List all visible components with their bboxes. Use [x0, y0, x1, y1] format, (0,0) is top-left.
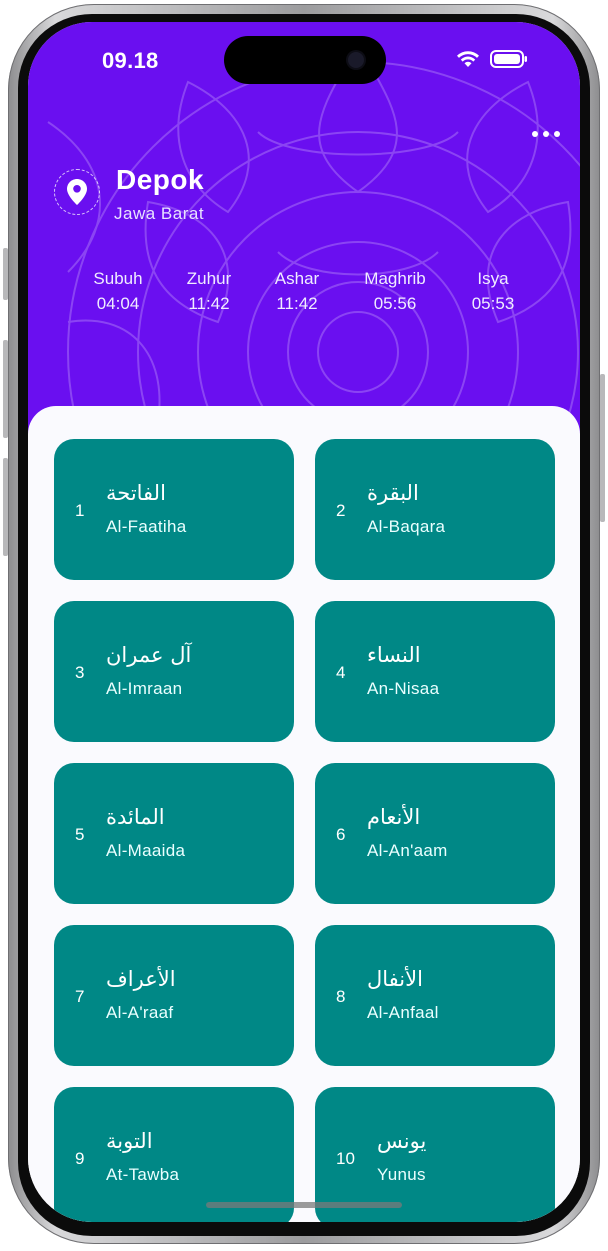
- status-icons: [456, 50, 528, 68]
- surah-number: 7: [75, 987, 85, 1006]
- surah-number: 1: [75, 501, 85, 520]
- surah-card[interactable]: 2 البقرة Al-Baqara: [315, 439, 555, 580]
- surah-number: 8: [336, 987, 346, 1006]
- surah-list: 1 الفاتحة Al-Faatiha 2 البقرة Al-Baqara …: [28, 406, 580, 1222]
- surah-latin-name: Al-An'aam: [367, 841, 448, 860]
- volume-down-button: [3, 458, 8, 556]
- surah-arabic-name: يونس: [377, 1129, 427, 1153]
- home-indicator[interactable]: [206, 1202, 402, 1208]
- surah-number: 2: [336, 501, 346, 520]
- surah-arabic-name: الأعراف: [106, 967, 176, 991]
- surah-arabic-name: الفاتحة: [106, 481, 166, 505]
- battery-icon: [490, 50, 527, 68]
- surah-latin-name: Al-Maaida: [106, 841, 186, 860]
- prayer-zuhur: Zuhur 11:42: [186, 269, 232, 313]
- more-options-button[interactable]: [532, 126, 560, 142]
- surah-arabic-name: الأنعام: [367, 805, 421, 829]
- surah-card[interactable]: 5 المائدة Al-Maaida: [54, 763, 294, 904]
- surah-latin-name: Al-Baqara: [367, 517, 446, 536]
- surah-number: 10: [336, 1149, 355, 1168]
- surah-arabic-name: البقرة: [367, 481, 419, 505]
- surah-latin-name: Al-A'raaf: [106, 1003, 174, 1022]
- surah-number: 9: [75, 1149, 85, 1168]
- surah-latin-name: Al-Anfaal: [367, 1003, 439, 1022]
- surah-latin-name: Al-Imraan: [106, 679, 183, 698]
- region-name: Jawa Barat: [114, 204, 205, 223]
- surah-card[interactable]: 1 الفاتحة Al-Faatiha: [54, 439, 294, 580]
- surah-card[interactable]: 6 الأنعام Al-An'aam: [315, 763, 555, 904]
- prayer-ashar: Ashar 11:42: [274, 269, 320, 313]
- mandala-pattern: [47, 39, 580, 442]
- dynamic-island: [224, 36, 386, 84]
- location-pin-icon: [54, 169, 100, 215]
- surah-card[interactable]: 8 الأنفال Al-Anfaal: [315, 925, 555, 1066]
- surah-latin-name: An-Nisaa: [367, 679, 440, 698]
- app-screen: 09.18 Depok Jawa Barat Subuh 04:04 Zuhur…: [28, 22, 580, 1222]
- prayer-isya: Isya 05:53: [471, 269, 515, 313]
- prayer-times: Subuh 04:04 Zuhur 11:42 Ashar 11:42 Maghrib…: [28, 266, 580, 326]
- surah-latin-name: Al-Faatiha: [106, 517, 187, 536]
- surah-arabic-name: المائدة: [106, 805, 165, 829]
- camera-icon: [348, 52, 364, 68]
- surah-card[interactable]: 4 النساء An-Nisaa: [315, 601, 555, 742]
- surah-number: 3: [75, 663, 85, 682]
- surah-card[interactable]: 7 الأعراف Al-A'raaf: [54, 925, 294, 1066]
- surah-latin-name: At-Tawba: [106, 1165, 180, 1184]
- surah-arabic-name: التوبة: [106, 1129, 153, 1153]
- surah-arabic-name: النساء: [367, 643, 421, 667]
- surah-number: 4: [336, 663, 346, 682]
- surah-card[interactable]: 3 آل عمران Al-Imraan: [54, 601, 294, 742]
- prayer-subuh: Subuh 04:04: [93, 269, 143, 313]
- power-button: [600, 374, 605, 522]
- volume-up-button: [3, 340, 8, 438]
- surah-number: 6: [336, 825, 346, 844]
- surah-latin-name: Yunus: [377, 1165, 426, 1184]
- status-time: 09.18: [102, 48, 159, 73]
- action-button: [3, 248, 8, 300]
- wifi-icon: [457, 51, 479, 67]
- prayer-maghrib: Maghrib 05:56: [364, 269, 426, 313]
- location-header: 09.18 Depok Jawa Barat Subuh 04:04 Zuhur…: [28, 22, 580, 442]
- surah-arabic-name: آل عمران: [106, 643, 192, 667]
- surah-number: 5: [75, 825, 85, 844]
- surah-arabic-name: الأنفال: [367, 967, 423, 991]
- city-name: Depok: [116, 164, 205, 195]
